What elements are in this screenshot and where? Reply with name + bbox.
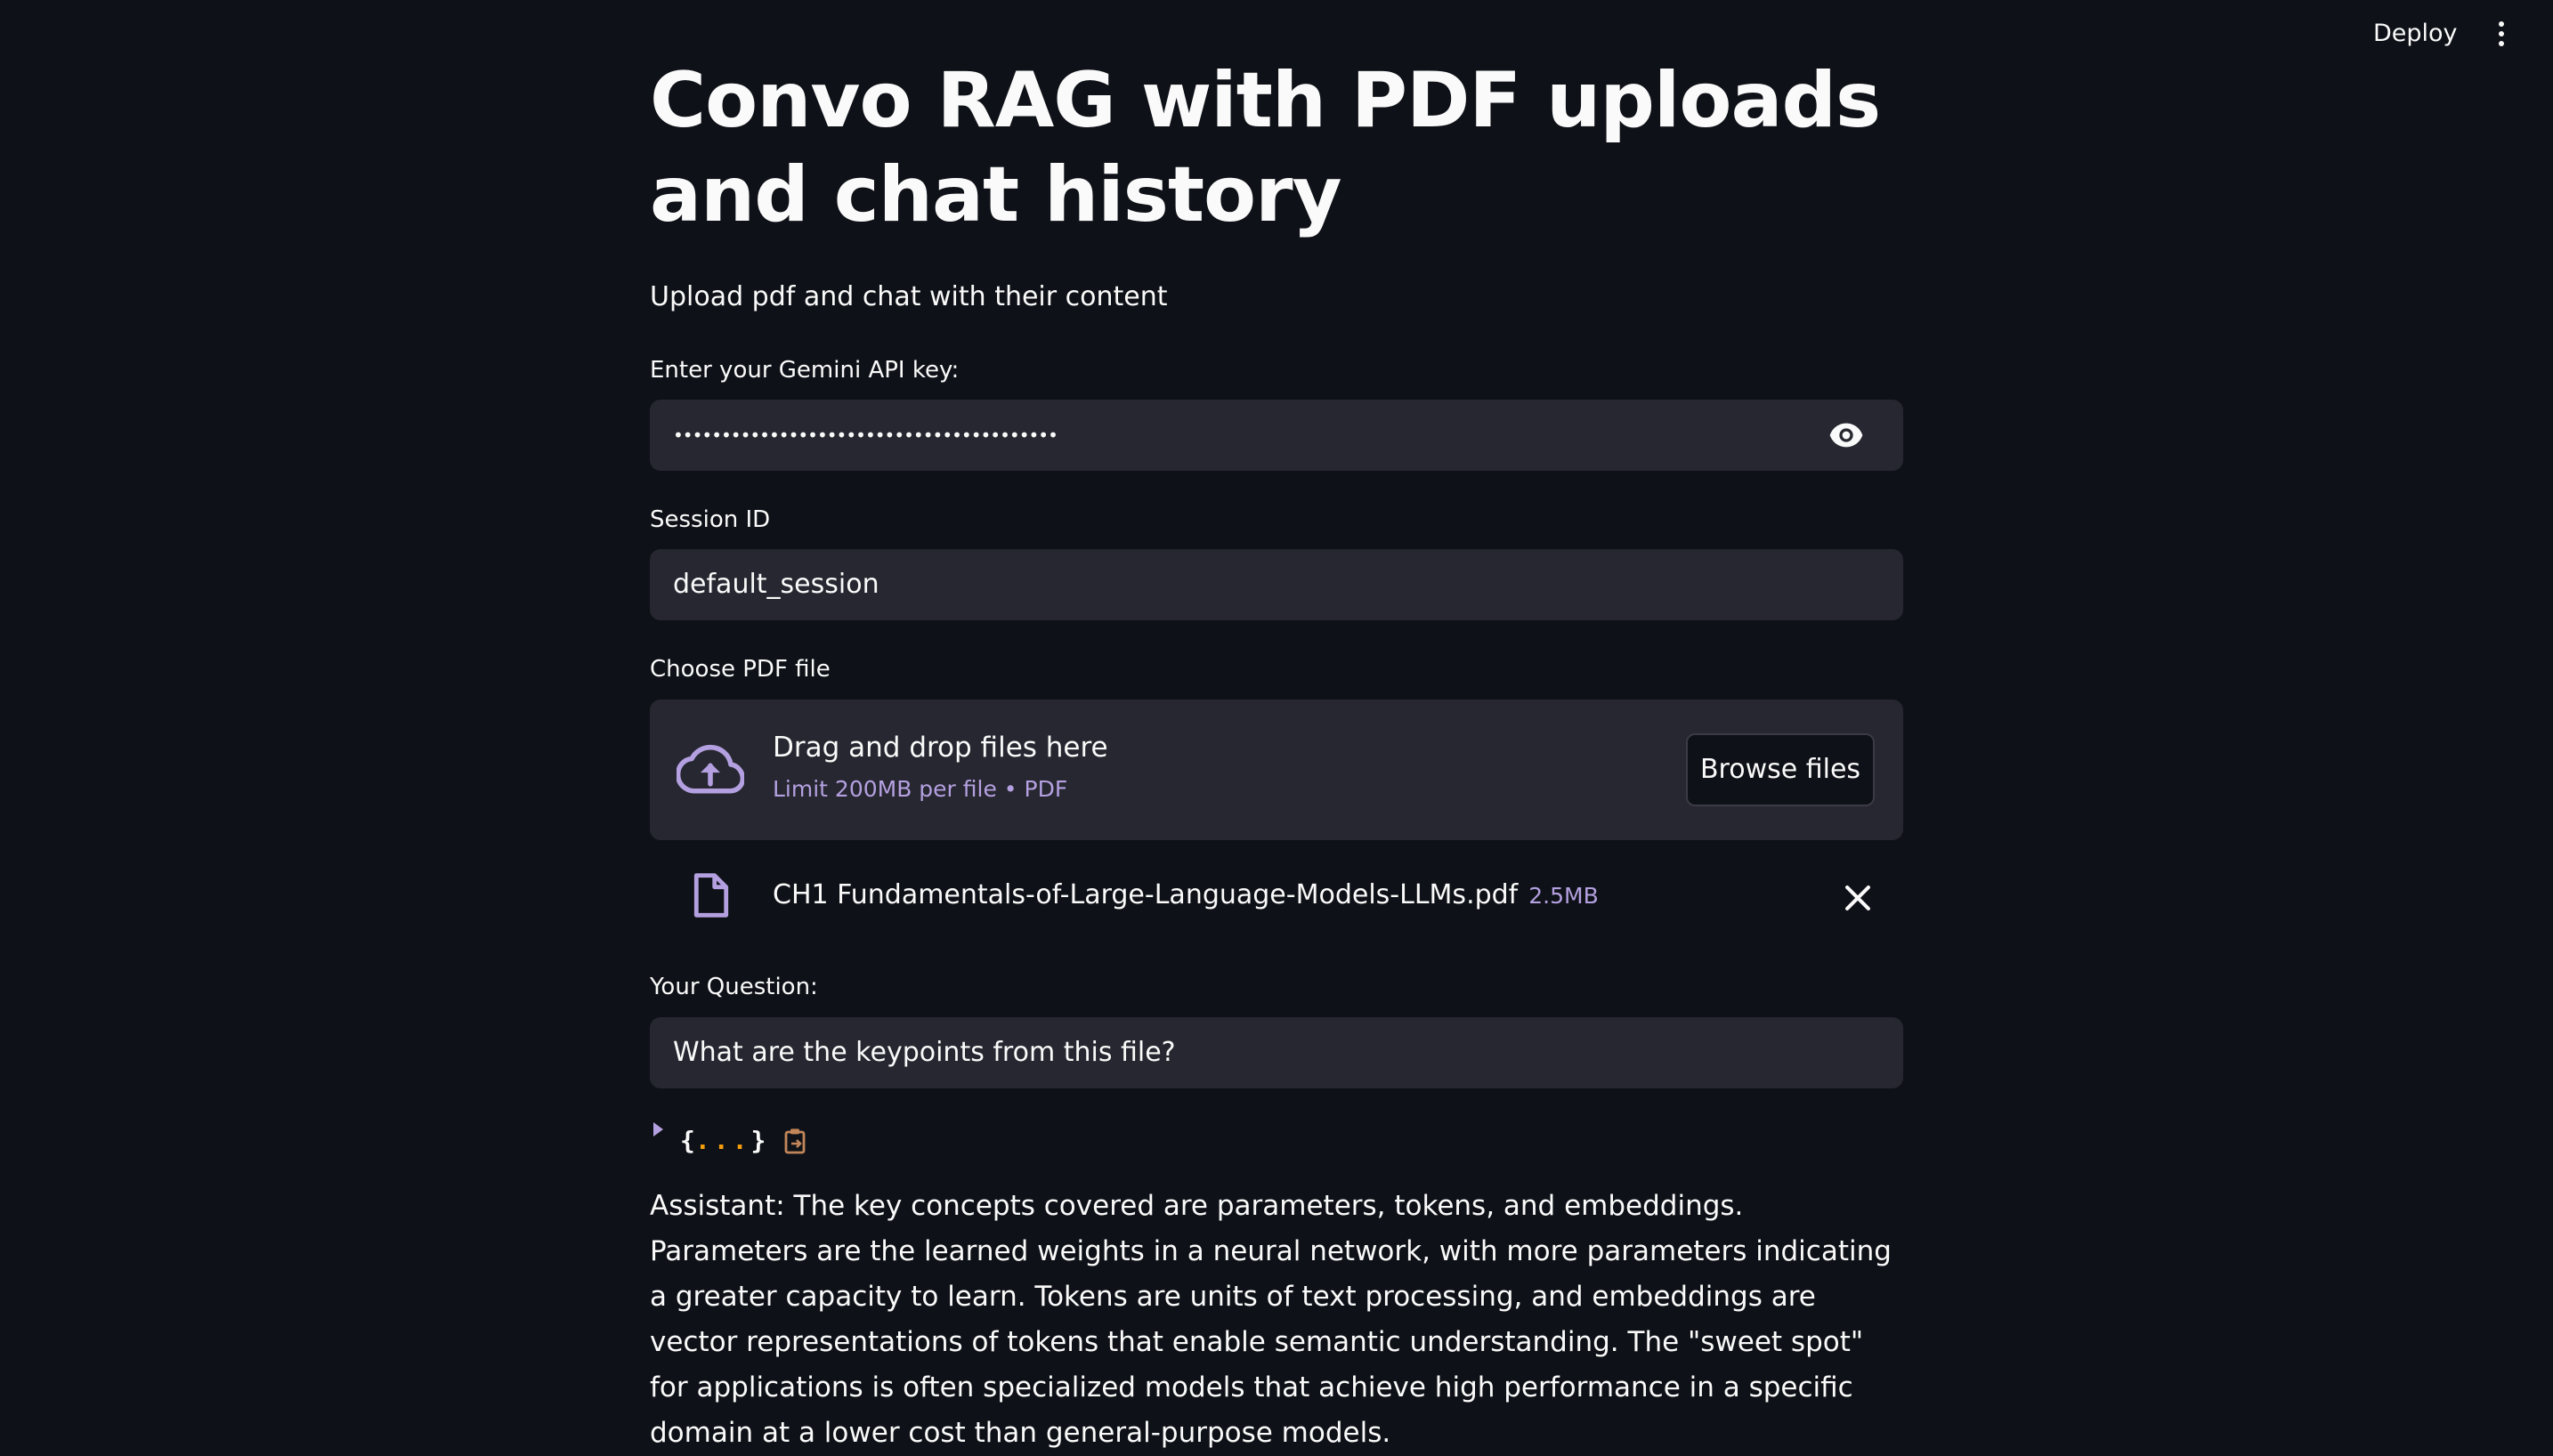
- page-subtitle: Upload pdf and chat with their content: [650, 281, 1168, 312]
- dropzone-instruction: Drag and drop files here: [773, 732, 1108, 764]
- assistant-answer: Assistant: The key concepts covered are …: [650, 1190, 1892, 1449]
- file-size: 2.5MB: [1528, 883, 1599, 909]
- session-id-field[interactable]: default_session: [650, 549, 1903, 620]
- browse-files-button[interactable]: Browse files: [1686, 733, 1875, 806]
- deploy-button[interactable]: Deploy: [2359, 15, 2472, 53]
- question-value[interactable]: What are the keypoints from this file?: [673, 1017, 1176, 1088]
- file-dropzone[interactable]: Drag and drop files here Limit 200MB per…: [650, 700, 1903, 840]
- file-name-text: CH1 Fundamentals-of-Large-Language-Model…: [773, 879, 1519, 910]
- kebab-menu-icon[interactable]: [2487, 18, 2516, 50]
- api-key-value[interactable]: ••••••••••••••••••••••••••••••••••••••••: [673, 400, 1058, 471]
- dropzone-limit: Limit 200MB per file • PDF: [773, 776, 1068, 802]
- question-label: Your Question:: [650, 974, 818, 1000]
- file-icon: [693, 873, 729, 918]
- clipboard-icon[interactable]: [783, 1127, 808, 1155]
- api-key-field[interactable]: ••••••••••••••••••••••••••••••••••••••••: [650, 400, 1903, 471]
- uploader-label: Choose PDF file: [650, 656, 831, 683]
- eye-icon[interactable]: [1828, 421, 1864, 449]
- page-title: Convo RAG with PDF uploads and chat hist…: [650, 56, 1881, 239]
- expand-caret-icon[interactable]: [653, 1122, 663, 1136]
- question-field[interactable]: What are the keypoints from this file?: [650, 1017, 1903, 1088]
- uploaded-file-row: CH1 Fundamentals-of-Large-Language-Model…: [650, 861, 1903, 933]
- uploaded-file-name: CH1 Fundamentals-of-Large-Language-Model…: [773, 878, 1599, 914]
- json-viewer: {...}: [650, 1116, 1006, 1161]
- collapsed-json-object[interactable]: {...}: [680, 1125, 766, 1157]
- session-id-label: Session ID: [650, 506, 771, 533]
- close-icon[interactable]: [1843, 883, 1873, 913]
- api-key-label: Enter your Gemini API key:: [650, 357, 960, 384]
- session-id-value[interactable]: default_session: [673, 549, 879, 620]
- cloud-upload-icon: [677, 744, 744, 794]
